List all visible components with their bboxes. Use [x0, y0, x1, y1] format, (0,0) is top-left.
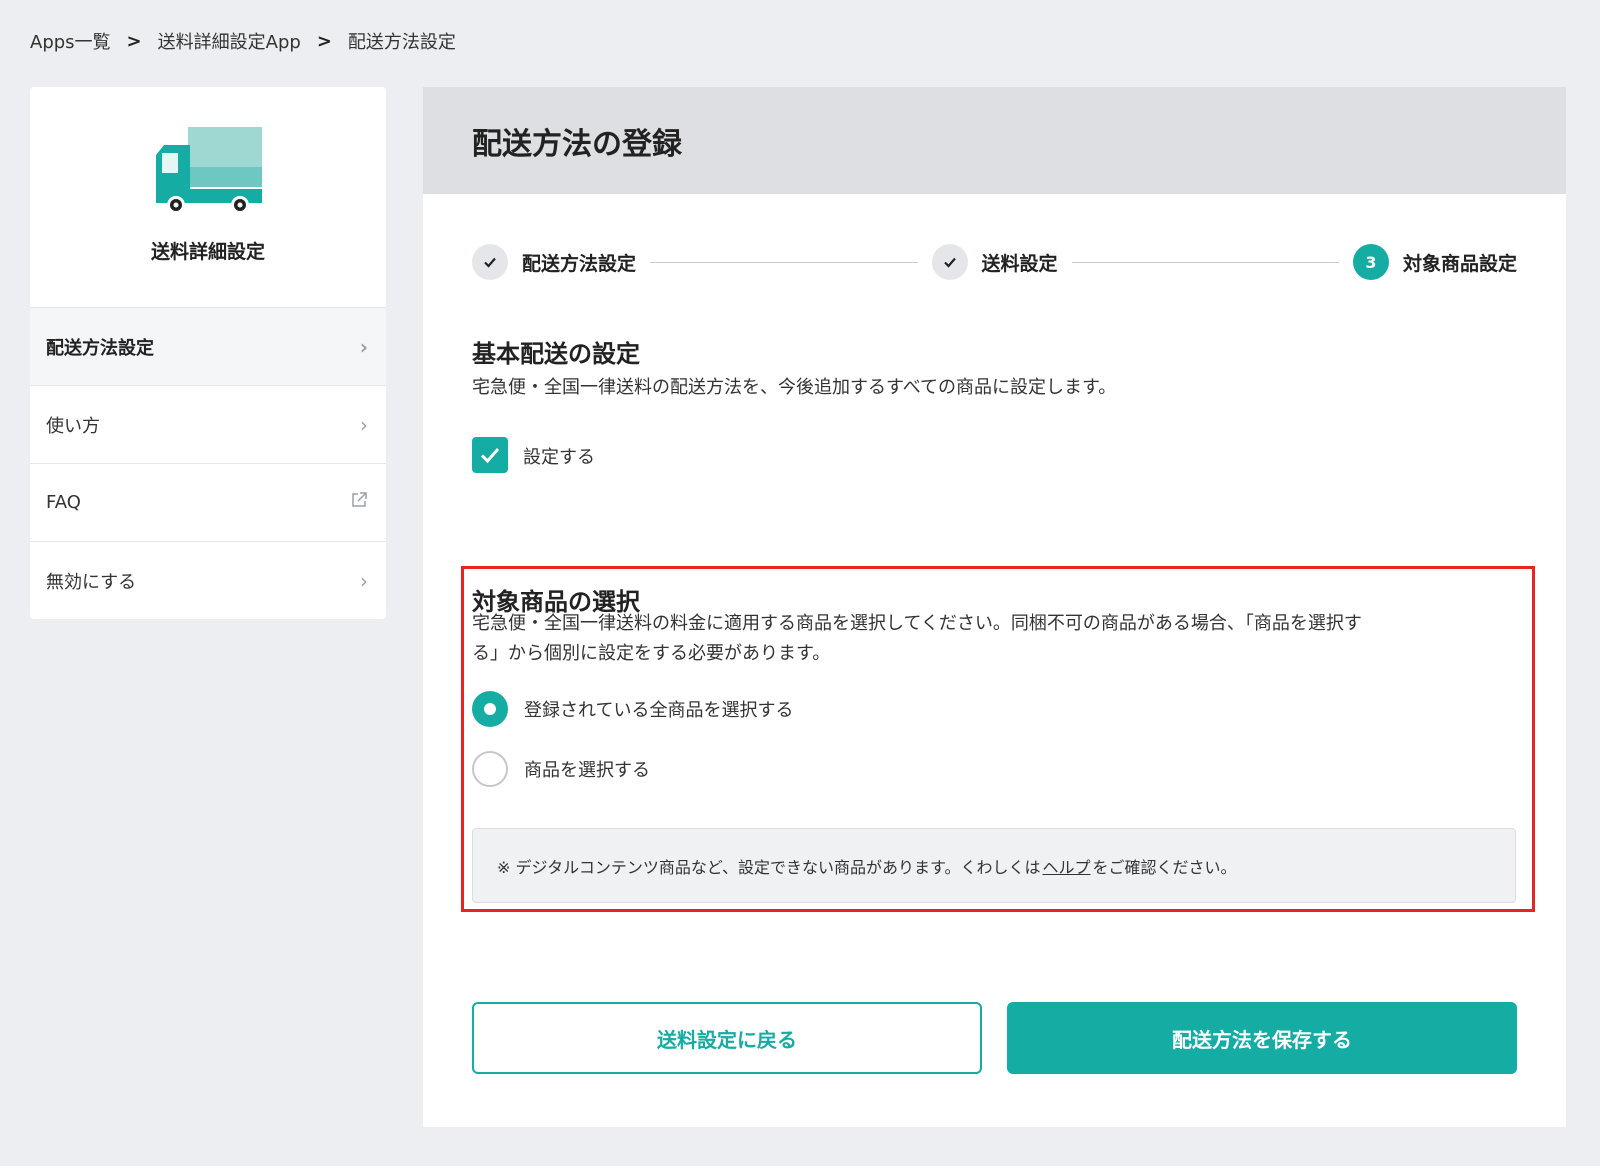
radio-label: 登録されている全商品を選択する [524, 700, 794, 721]
page-title: 配送方法の登録 [423, 87, 1566, 194]
save-shipping-method-button[interactable]: 配送方法を保存する [1007, 1002, 1517, 1074]
step-connector [1071, 261, 1339, 263]
checkbox-label: 設定する [523, 447, 595, 468]
sidebar-item-disable[interactable]: 無効にする › [30, 541, 386, 619]
basic-section-title: 基本配送の設定 [472, 340, 640, 368]
sidebar: 送料詳細設定 配送方法設定 › 使い方 › FAQ 無効にする › [30, 87, 386, 619]
basic-setting-checkbox[interactable] [472, 437, 508, 473]
step-connector [650, 261, 918, 263]
radio-all-products[interactable]: 登録されている全商品を選択する [472, 691, 793, 727]
step-target-products: 3 対象商品設定 [1353, 244, 1517, 280]
sidebar-header: 送料詳細設定 [30, 87, 386, 307]
step-label: 送料設定 [981, 252, 1058, 275]
back-to-shipping-fee-button[interactable]: 送料設定に戻る [472, 1002, 982, 1074]
sidebar-item-usage[interactable]: 使い方 › [30, 385, 386, 463]
breadcrumb-item-current: 配送方法設定 [347, 32, 456, 53]
description-line: 宅急便・全国一律送料の料金に適用する商品を選択してください。同梱不可の商品がある… [472, 613, 1362, 634]
external-link-icon [350, 491, 368, 514]
sidebar-item-label: FAQ [46, 492, 81, 513]
description-line: る」から個別に設定をする必要があります。 [472, 643, 831, 664]
breadcrumb-item-apps[interactable]: Apps一覧 [30, 28, 111, 54]
step-label: 対象商品設定 [1403, 252, 1518, 275]
truck-icon [154, 127, 262, 215]
step-shipping-method: 配送方法設定 [472, 244, 636, 280]
radio-label: 商品を選択する [524, 760, 650, 781]
sidebar-item-shipping-method[interactable]: 配送方法設定 › [30, 307, 386, 385]
basic-section-description: 宅急便・全国一律送料の配送方法を、今後追加するすべての商品に設定します。 [472, 377, 1117, 398]
sidebar-item-faq[interactable]: FAQ [30, 463, 386, 541]
help-link[interactable]: ヘルプ [1042, 854, 1090, 878]
step-label: 配送方法設定 [522, 252, 637, 275]
chevron-right-icon: › [360, 412, 368, 437]
chevron-right-icon: › [360, 568, 368, 593]
breadcrumb-separator: > [316, 30, 332, 52]
sidebar-app-title: 送料詳細設定 [150, 241, 265, 263]
chevron-right-icon: › [359, 334, 368, 359]
breadcrumb-separator: > [126, 30, 142, 52]
check-icon [472, 244, 508, 280]
info-note: ※ デジタルコンテンツ商品など、設定できない商品があります。くわしくは ヘルプ … [472, 828, 1516, 903]
radio-button-selected[interactable] [472, 691, 508, 727]
step-shipping-fee: 送料設定 [931, 244, 1058, 280]
step-number: 3 [1353, 244, 1389, 280]
radio-select-products[interactable]: 商品を選択する [472, 751, 650, 787]
note-text: ※ デジタルコンテンツ商品など、設定できない商品があります。くわしくは [497, 857, 1041, 877]
stepper: 配送方法設定 送料設定 3 対象商品設定 [472, 244, 1517, 280]
sidebar-item-label: 使い方 [46, 415, 100, 437]
note-text: をご確認ください。 [1092, 857, 1237, 877]
breadcrumb-item-app[interactable]: 送料詳細設定App [158, 28, 301, 54]
check-icon [931, 244, 968, 280]
sidebar-item-label: 無効にする [46, 571, 137, 593]
check-icon [480, 448, 500, 464]
radio-button-unselected[interactable] [472, 751, 508, 787]
breadcrumb: Apps一覧 > 送料詳細設定App > 配送方法設定 [30, 28, 456, 54]
main-panel: 配送方法の登録 配送方法設定 送料設定 3 対象商品設定 基本配送の設定 宅急便… [423, 87, 1566, 1127]
sidebar-item-label: 配送方法設定 [46, 337, 154, 359]
target-section-description: 宅急便・全国一律送料の料金に適用する商品を選択してください。同梱不可の商品がある… [472, 609, 1362, 669]
